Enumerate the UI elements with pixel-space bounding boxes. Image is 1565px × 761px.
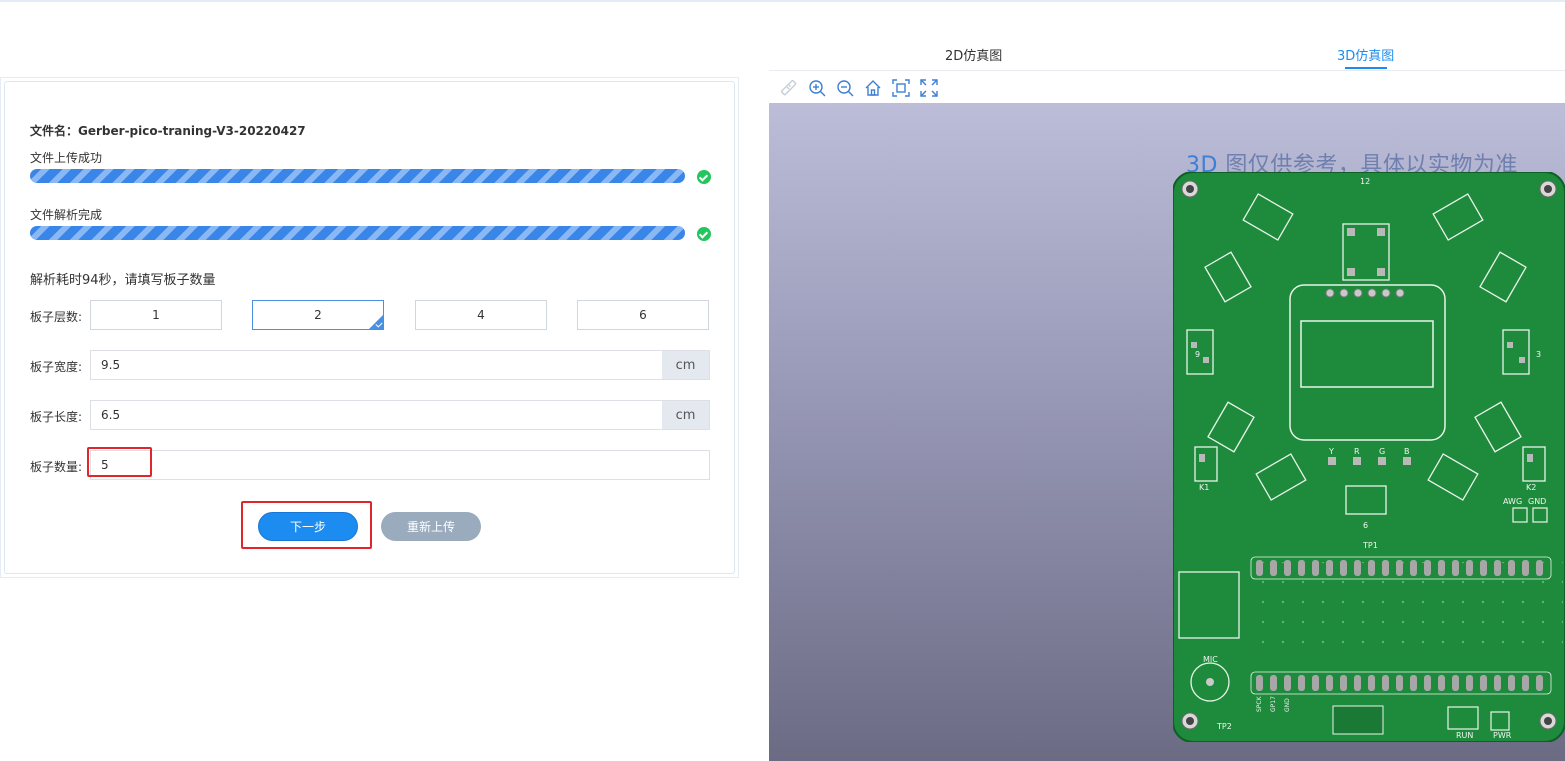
width-value: 9.5: [101, 358, 121, 372]
parse-progress-bar: [30, 226, 685, 240]
active-tab-indicator: [1345, 67, 1387, 69]
tab-2d-simulation[interactable]: 2D仿真图: [945, 45, 1002, 64]
quantity-highlight-box: [87, 447, 152, 477]
quantity-label: 板子数量:: [30, 460, 83, 474]
upload-status-label: 文件上传成功: [30, 151, 103, 165]
parse-info-text: 解析耗时94秒，请填写板子数量: [30, 273, 216, 288]
next-step-button[interactable]: 下一步: [258, 512, 358, 541]
pcb-label-spck: SPCK: [1256, 695, 1263, 712]
pcb-label-g: G: [1379, 447, 1385, 456]
pcb-label-y: Y: [1328, 447, 1334, 456]
file-name: 文件名：Gerber-pico-traning-V3-20220427: [30, 122, 306, 139]
length-label: 板子长度:: [30, 410, 83, 424]
top-divider: [0, 0, 1565, 2]
toolbar-divider: [769, 70, 1565, 71]
layer-option-2-label: 2: [314, 308, 322, 322]
pcb-label-k1: K1: [1199, 483, 1209, 492]
tab-3d-simulation[interactable]: 3D仿真图: [1337, 45, 1394, 64]
pcb-label-tp1: TP1: [1362, 541, 1378, 550]
selected-check-icon: [375, 320, 383, 328]
width-input[interactable]: 9.5 cm: [90, 350, 710, 380]
parse-success-icon: [697, 227, 711, 241]
pcb-label-9: 9: [1195, 350, 1200, 359]
fullscreen-icon[interactable]: [920, 79, 938, 97]
file-name-label: 文件名：: [30, 124, 79, 138]
width-label: 板子宽度:: [30, 360, 83, 374]
pcb-label-run: RUN: [1456, 731, 1473, 740]
upload-panel-outer: 文件名：Gerber-pico-traning-V3-20220427 文件上传…: [0, 77, 739, 578]
pcb-substrate: [1173, 172, 1565, 742]
pcb-board-render: 12 9 3 K1 K2 6 Y R G B AWG GND TP1 TP2 M…: [1173, 172, 1565, 742]
length-unit: cm: [662, 401, 709, 429]
width-unit: cm: [662, 351, 709, 379]
reupload-button[interactable]: 重新上传: [381, 512, 481, 541]
pcb-label-awg: AWG: [1503, 497, 1522, 506]
layer-option-4[interactable]: 4: [415, 300, 547, 330]
pcb-label-gp17: GP17: [1270, 696, 1277, 712]
pcb-label-6: 6: [1363, 521, 1368, 530]
pcb-label-3: 3: [1536, 350, 1541, 359]
file-name-value: Gerber-pico-traning-V3-20220427: [78, 124, 306, 138]
pcb-label-gnd2: GND: [1284, 698, 1291, 712]
layers-label: 板子层数:: [30, 310, 83, 324]
pcb-label-b: B: [1404, 447, 1410, 456]
quantity-input[interactable]: 5: [90, 450, 710, 480]
pcb-label-tp2: TP2: [1216, 722, 1232, 731]
layer-option-6[interactable]: 6: [577, 300, 709, 330]
length-value: 6.5: [101, 408, 121, 422]
upload-progress-bar: [30, 169, 685, 183]
layer-option-2[interactable]: 2: [252, 300, 384, 330]
pcb-label-r: R: [1354, 447, 1360, 456]
upload-success-icon: [697, 170, 711, 184]
parse-status-label: 文件解析完成: [30, 208, 103, 222]
zoom-in-icon[interactable]: [808, 79, 826, 97]
pcb-label-12: 12: [1360, 177, 1370, 186]
pcb-label-pwr: PWR: [1493, 731, 1512, 740]
fit-screen-icon[interactable]: [892, 79, 910, 97]
home-icon[interactable]: [864, 79, 882, 97]
layer-option-1[interactable]: 1: [90, 300, 222, 330]
pcb-label-gnd: GND: [1528, 497, 1546, 506]
3d-viewer-canvas[interactable]: 3D 图仅供参考，具体以实物为准 12 9 3 K1 K2 6 Y R G B …: [769, 103, 1565, 761]
upload-panel: 文件名：Gerber-pico-traning-V3-20220427 文件上传…: [4, 81, 735, 574]
length-input[interactable]: 6.5 cm: [90, 400, 710, 430]
zoom-out-icon[interactable]: [836, 79, 854, 97]
measure-icon[interactable]: [780, 79, 798, 97]
pcb-label-k2: K2: [1526, 483, 1536, 492]
